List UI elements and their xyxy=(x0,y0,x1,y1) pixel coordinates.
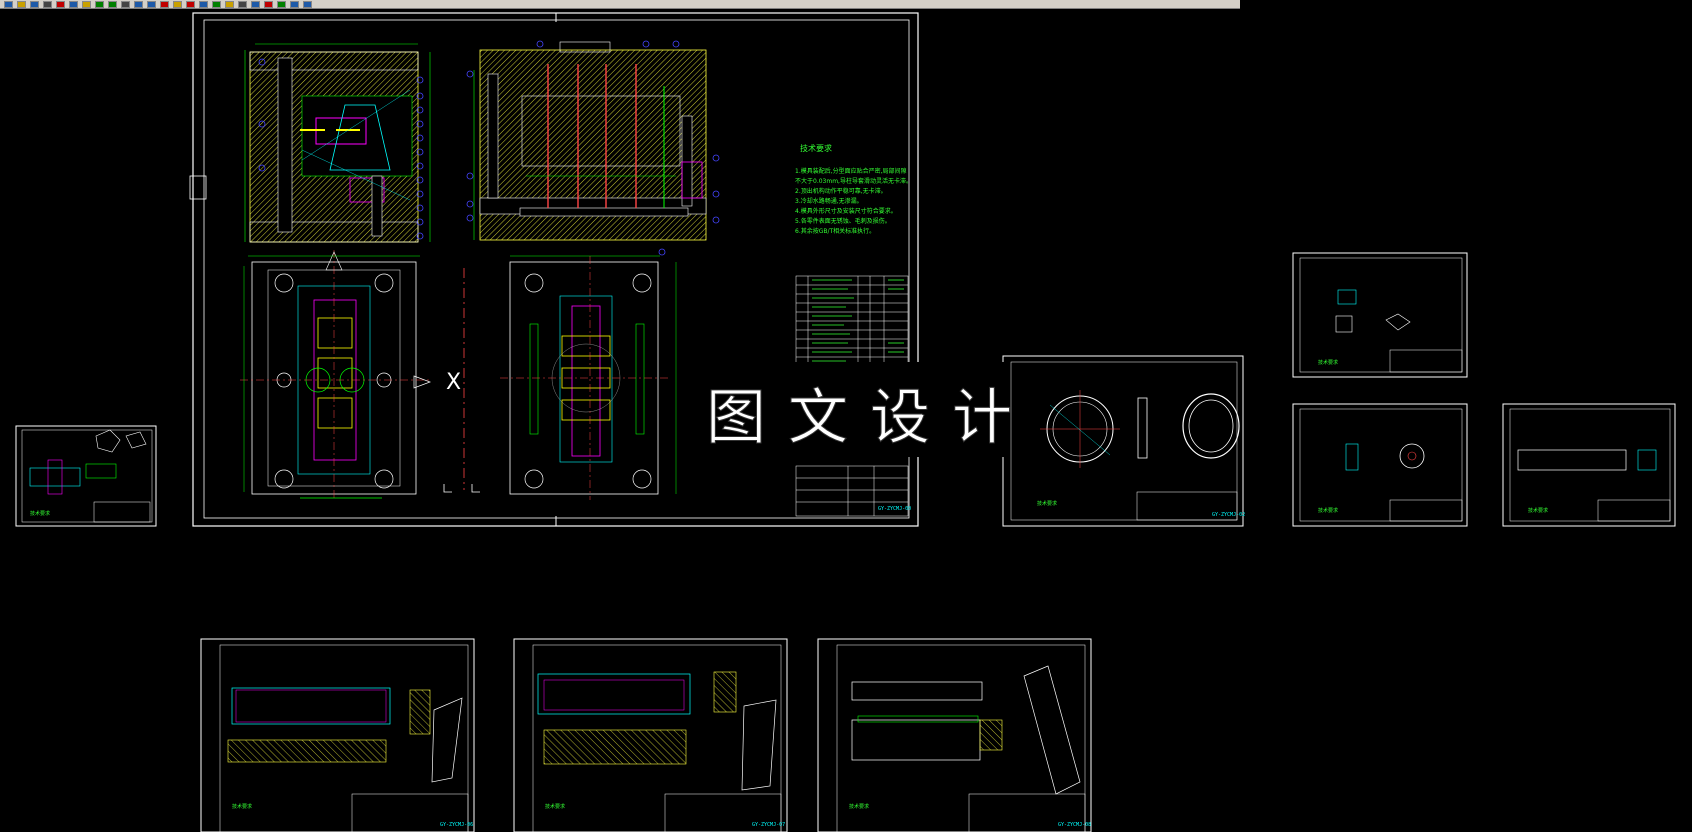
sheet-bottom-2-note: 技术要求 xyxy=(545,803,565,810)
undo-icon[interactable] xyxy=(95,0,104,8)
open-icon[interactable] xyxy=(17,0,26,8)
sheet-bottom-3[interactable]: 技术要求 GY-ZYCMJ-08 xyxy=(817,638,1092,832)
line-icon[interactable] xyxy=(186,0,195,8)
sheet-left-small-note: 技术要求 xyxy=(30,510,50,517)
sheet-left-small[interactable]: 技术要求 xyxy=(15,425,157,527)
tech-req-line-2: 不大于0.03mm,导柱导套滑动灵活无卡滞。 xyxy=(795,177,912,185)
plan-view-right xyxy=(500,255,677,500)
block-icon[interactable] xyxy=(264,0,273,8)
sheet-bottom-2[interactable]: 技术要求 GY-ZYCMJ-07 xyxy=(513,638,788,832)
save-icon[interactable] xyxy=(30,0,39,8)
tech-req-title: 技术要求 xyxy=(800,143,832,153)
layer-icon[interactable] xyxy=(173,0,182,8)
plan-view-left xyxy=(240,250,430,500)
sheet-bottom-3-note: 技术要求 xyxy=(849,803,869,810)
sheet-bottom-1[interactable]: 技术要求 GY-ZYCMJ-06 xyxy=(200,638,475,832)
sheet-bottom-1-note: 技术要求 xyxy=(232,803,252,810)
sheet-right-mid-note: 技术要求 xyxy=(1318,507,1338,514)
print-icon[interactable] xyxy=(43,0,52,8)
sheet-right-mid[interactable]: 技术要求 xyxy=(1292,403,1468,527)
sheet-ring[interactable]: 技术要求 GY-ZYCMJ-02 xyxy=(1002,355,1245,527)
sheet-ring-note: 技术要求 xyxy=(1037,500,1057,507)
sheet-right-top-note: 技术要求 xyxy=(1318,359,1338,366)
tech-req-line-1: 1.模具装配后,分型面应贴合严密,局部间隙 xyxy=(795,167,907,175)
insert-icon[interactable] xyxy=(277,0,286,8)
help-icon[interactable] xyxy=(303,0,312,8)
watermark-text: 图文设计 xyxy=(706,383,1034,453)
section-view-left xyxy=(244,43,431,243)
tech-req-line-7: 6.其余按GB/T相关标准执行。 xyxy=(795,227,875,235)
arc-icon[interactable] xyxy=(212,0,221,8)
sheet-bottom-2-code: GY-ZYCMJ-07 xyxy=(752,822,785,828)
sheet-ring-code: GY-ZYCMJ-02 xyxy=(1212,512,1245,518)
pan-icon[interactable] xyxy=(121,0,130,8)
technical-requirements: 技术要求 1.模具装配后,分型面应贴合严密,局部间隙 不大于0.03mm,导柱导… xyxy=(795,143,912,235)
zoom-icon[interactable] xyxy=(134,0,143,8)
redo-icon[interactable] xyxy=(108,0,117,8)
measure-icon[interactable] xyxy=(290,0,299,8)
svg-text:X: X xyxy=(446,370,461,395)
paste-icon[interactable] xyxy=(82,0,91,8)
cut-icon[interactable] xyxy=(56,0,65,8)
hatch-icon[interactable] xyxy=(225,0,234,8)
tech-req-line-4: 3.冷却水路畅通,无渗漏。 xyxy=(795,197,863,205)
circle-icon[interactable] xyxy=(199,0,208,8)
tech-req-line-5: 4.模具外形尺寸及安装尺寸符合要求。 xyxy=(795,207,897,215)
new-icon[interactable] xyxy=(4,0,13,8)
watermark-overlay: 图文设计 xyxy=(680,362,1034,457)
sheet-right-far-note: 技术要求 xyxy=(1528,507,1548,514)
cad-toolbar xyxy=(0,0,1240,9)
drawing-canvas[interactable]: X 技术要求 1.模具装配后,分型面应贴合严密,局部间隙 不大于0.03mm,导… xyxy=(0,9,1692,832)
main-drawing-code: GY-ZYCMJ-00 xyxy=(878,506,911,512)
section-view-right xyxy=(473,41,707,241)
text-icon[interactable] xyxy=(238,0,247,8)
properties-icon[interactable] xyxy=(160,0,169,8)
tech-req-line-3: 2.顶出机构动作平稳可靠,无卡滞。 xyxy=(795,187,887,195)
sheet-bottom-3-code: GY-ZYCMJ-08 xyxy=(1058,822,1091,828)
tech-req-line-6: 5.各零件表面无锈蚀、毛刺及损伤。 xyxy=(795,217,891,225)
sheet-bottom-1-code: GY-ZYCMJ-06 xyxy=(440,822,473,828)
sheet-right-top[interactable]: 技术要求 xyxy=(1292,252,1468,378)
sheet-right-far[interactable]: 技术要求 xyxy=(1502,403,1676,527)
dimension-icon[interactable] xyxy=(251,0,260,8)
copy-icon[interactable] xyxy=(69,0,78,8)
zoom-window-icon[interactable] xyxy=(147,0,156,8)
